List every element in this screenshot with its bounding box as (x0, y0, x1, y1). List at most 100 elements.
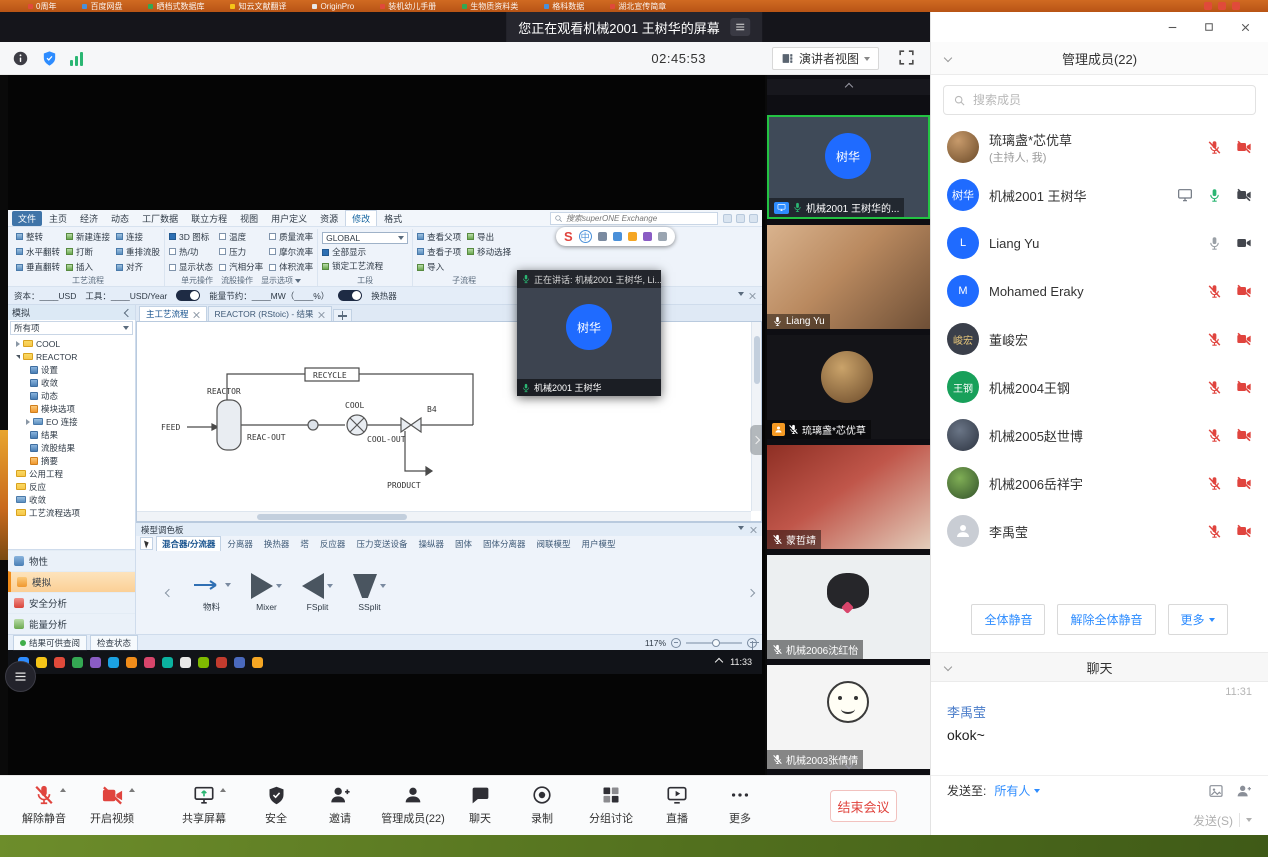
tree-item[interactable]: 收敛 (8, 493, 135, 506)
status-check-tab[interactable]: 检查状态 (90, 635, 138, 651)
status-results-tab[interactable]: 结果可供查阅 (13, 635, 87, 651)
palette-tab[interactable]: 用户模型 (577, 537, 621, 551)
ribbon-cmd[interactable]: 锁定工艺流程 (322, 260, 408, 272)
app-search-input[interactable] (566, 214, 696, 223)
expand-icon[interactable] (60, 788, 66, 792)
camera-off-icon[interactable] (1236, 139, 1252, 155)
tree-item[interactable]: 动态 (8, 389, 135, 402)
chat-button[interactable]: 聊天 (448, 784, 512, 826)
browser-tab[interactable]: 0周年 (28, 1, 56, 12)
ribbon-check[interactable]: 温度 (219, 229, 263, 244)
taskbar-app-icon[interactable] (90, 657, 101, 668)
close-tab-icon[interactable] (193, 311, 200, 318)
palette-item-fsplit[interactable]: FSplit (302, 573, 333, 612)
palette-item-ssplit[interactable]: SSplit (353, 573, 386, 612)
close-icon[interactable] (749, 292, 756, 299)
share-screen-button[interactable]: 共享屏幕 (172, 784, 236, 826)
mic-icon[interactable] (1207, 236, 1222, 251)
taskbar-app-icon[interactable] (252, 657, 263, 668)
ribbon-cmd[interactable]: 查看子项 (417, 244, 461, 259)
end-meeting-button[interactable]: 结束会议 (830, 790, 897, 822)
browser-tab[interactable]: 装机幼儿手册 (380, 1, 436, 12)
camera-off-icon[interactable] (1236, 331, 1252, 347)
video-tile[interactable]: 琉璃盏*芯优草 (767, 335, 930, 439)
more-button[interactable]: 更多 (708, 784, 772, 826)
chat-sender[interactable]: 李禹莹 (947, 702, 1252, 721)
palette-scroll-left[interactable] (165, 588, 173, 596)
ribbon-cmd[interactable]: 新建连接 (66, 229, 110, 244)
energy-env-button[interactable]: 能量分析 (8, 613, 135, 634)
palette-tab[interactable]: 换热器 (259, 537, 295, 551)
ribbon-cmd[interactable]: 导出 (467, 229, 511, 244)
browser-tab[interactable]: 晒档式数据库 (148, 1, 204, 12)
tree-item[interactable]: 摘要 (8, 454, 135, 467)
palette-tab[interactable]: 阀联模型 (532, 537, 576, 551)
active-speaker-overlay[interactable]: 正在讲话: 机械2001 王树华, Li... 树华 机械2001 王树华 (517, 270, 661, 396)
expand-icon[interactable] (129, 788, 135, 792)
tree-item[interactable]: 工艺流程选项 (8, 506, 135, 519)
invite-button[interactable]: 邀请 (308, 784, 372, 826)
display-options-dropdown[interactable]: 显示选项 (261, 275, 301, 286)
menu-equation[interactable]: 联立方程 (185, 211, 233, 226)
taskbar-app-icon[interactable] (72, 657, 83, 668)
video-tile[interactable]: Liang Yu (767, 225, 930, 329)
close-tab-icon[interactable] (318, 311, 325, 318)
expand-icon[interactable] (220, 788, 226, 792)
ribbon-check[interactable]: 体积流率 (269, 260, 313, 275)
send-options-icon[interactable] (1246, 818, 1252, 822)
tree-item[interactable]: 公用工程 (8, 467, 135, 480)
ribbon-cmd[interactable]: 整转 (16, 229, 60, 244)
mute-all-button[interactable]: 全体静音 (971, 604, 1045, 635)
send-button[interactable]: 发送(S) (1193, 812, 1233, 829)
camera-off-icon[interactable] (1236, 427, 1252, 443)
camera-off-icon[interactable] (1236, 379, 1252, 395)
mic-muted-icon[interactable] (1207, 332, 1222, 347)
taskbar-app-icon[interactable] (144, 657, 155, 668)
ribbon-check[interactable]: 摩尔流率 (269, 244, 313, 259)
member-row[interactable]: 琉璃盏*芯优草(主持人, 我) (931, 123, 1268, 171)
manage-members-button[interactable]: 管理成员(22) (372, 784, 454, 826)
strip-scroll-down[interactable] (767, 757, 930, 773)
tree-item[interactable]: COOL (8, 337, 135, 350)
pen-icon[interactable] (598, 232, 607, 241)
flowsheet-canvas[interactable]: FEED REACTOR REAC-OUT RECYCLE COOL COOL-… (136, 321, 762, 522)
ribbon-cmd[interactable]: 垂直翻转 (16, 260, 60, 275)
browser-tab[interactable]: 知云文献翻译 (230, 1, 286, 12)
annotation-menu-button[interactable] (5, 661, 36, 692)
strip-scroll-up[interactable] (767, 79, 930, 95)
ribbon-cmd[interactable]: 对齐 (116, 260, 160, 275)
safety-env-button[interactable]: 安全分析 (8, 592, 135, 613)
tree-item[interactable]: 结果 (8, 428, 135, 441)
menu-file[interactable]: 文件 (12, 211, 42, 226)
video-tile[interactable]: 机械2003张倩倩 (767, 665, 930, 769)
nav-filter-dropdown[interactable]: 所有项 (10, 321, 133, 335)
tree-item[interactable]: 模块选项 (8, 402, 135, 415)
taskbar-app-icon[interactable] (234, 657, 245, 668)
section-dropdown[interactable]: GLOBAL (322, 232, 408, 244)
toolbox-icon[interactable] (658, 232, 667, 241)
video-tile[interactable]: 机械2006沈红怡 (767, 555, 930, 659)
member-search-input[interactable] (973, 93, 1246, 107)
menu-resources[interactable]: 资源 (314, 211, 344, 226)
chinese-mode-icon[interactable]: 中 (579, 230, 592, 243)
maximize-button[interactable] (1203, 21, 1215, 33)
browser-tab[interactable]: OriginPro (312, 2, 354, 11)
palette-tab[interactable]: 分离器 (222, 537, 258, 551)
browser-tab[interactable]: 格科数据 (544, 1, 584, 12)
tree-item[interactable]: 设置 (8, 363, 135, 376)
member-row[interactable]: 峻宏 董峻宏 (931, 315, 1268, 363)
collapse-icon[interactable] (738, 292, 744, 296)
ribbon-cmd[interactable]: 查看父项 (417, 229, 461, 244)
palette-scroll-right[interactable] (747, 588, 755, 596)
start-video-button[interactable]: 开启视频 (80, 784, 144, 826)
security-button[interactable]: 安全 (244, 784, 308, 826)
panel-collapse-handle[interactable] (750, 425, 762, 455)
security-shield-icon[interactable] (41, 50, 58, 67)
mic-muted-icon[interactable] (1207, 284, 1222, 299)
palette-item-material[interactable]: 物料 (192, 572, 231, 613)
tree-item[interactable]: 收敛 (8, 376, 135, 389)
more-button[interactable]: 更多 (1168, 604, 1228, 635)
ribbon-check[interactable]: 汽相分率 (219, 260, 263, 275)
properties-env-button[interactable]: 物性 (8, 550, 135, 571)
menu-economy[interactable]: 经济 (74, 211, 104, 226)
